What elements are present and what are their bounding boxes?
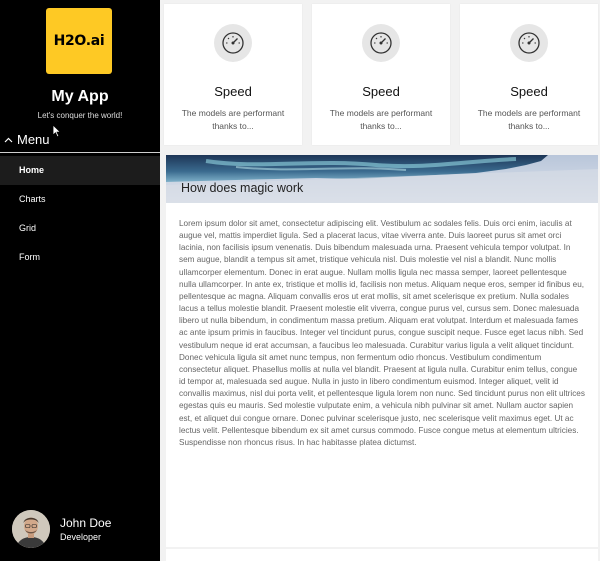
- aurora-banner-image: How does magic work: [166, 155, 598, 203]
- card-text: The models are performant thanks to...: [181, 108, 285, 131]
- user-profile[interactable]: John Doe Developer: [12, 510, 111, 548]
- speedometer-icon: [214, 24, 252, 62]
- nav-item-charts[interactable]: Charts: [0, 185, 160, 214]
- app-subtitle: Let's conquer the world!: [37, 111, 123, 120]
- article-card: How does magic work Lorem ipsum dolor si…: [166, 155, 598, 547]
- menu-toggle[interactable]: Menu: [4, 132, 50, 147]
- user-name: John Doe: [60, 516, 112, 530]
- avatar: [12, 510, 50, 548]
- user-role: Developer: [60, 532, 102, 542]
- article-heading: How does magic work: [181, 181, 304, 195]
- article-body: Lorem ipsum dolor sit amet, consectetur …: [179, 219, 585, 447]
- feature-card: Speed The models are performant thanks t…: [312, 4, 450, 145]
- logo-text: H2O.ai: [53, 33, 105, 49]
- h2o-logo[interactable]: H2O.ai: [46, 8, 112, 74]
- next-card-edge: [166, 549, 598, 561]
- nav-item-grid[interactable]: Grid: [0, 214, 160, 243]
- sidebar: H2O.ai My App Let's conquer the world! M…: [0, 0, 160, 561]
- card-text: The models are performant thanks to...: [329, 108, 433, 131]
- card-title: Speed: [214, 84, 252, 99]
- speedometer-icon: [362, 24, 400, 62]
- menu-label: Menu: [17, 132, 50, 147]
- feature-card: Speed The models are performant thanks t…: [460, 4, 598, 145]
- speedometer-icon: [510, 24, 548, 62]
- chevron-up-icon: [4, 137, 13, 142]
- nav-item-form[interactable]: Form: [0, 243, 160, 272]
- card-title: Speed: [510, 84, 548, 99]
- mouse-cursor-icon: [52, 124, 62, 138]
- feature-card: Speed The models are performant thanks t…: [164, 4, 302, 145]
- card-text: The models are performant thanks to...: [477, 108, 581, 131]
- card-title: Speed: [362, 84, 400, 99]
- nav-item-home[interactable]: Home: [0, 156, 160, 185]
- sidebar-nav: Home Charts Grid Form: [0, 156, 160, 272]
- menu-divider: [0, 152, 160, 153]
- app-title: My App: [51, 88, 109, 105]
